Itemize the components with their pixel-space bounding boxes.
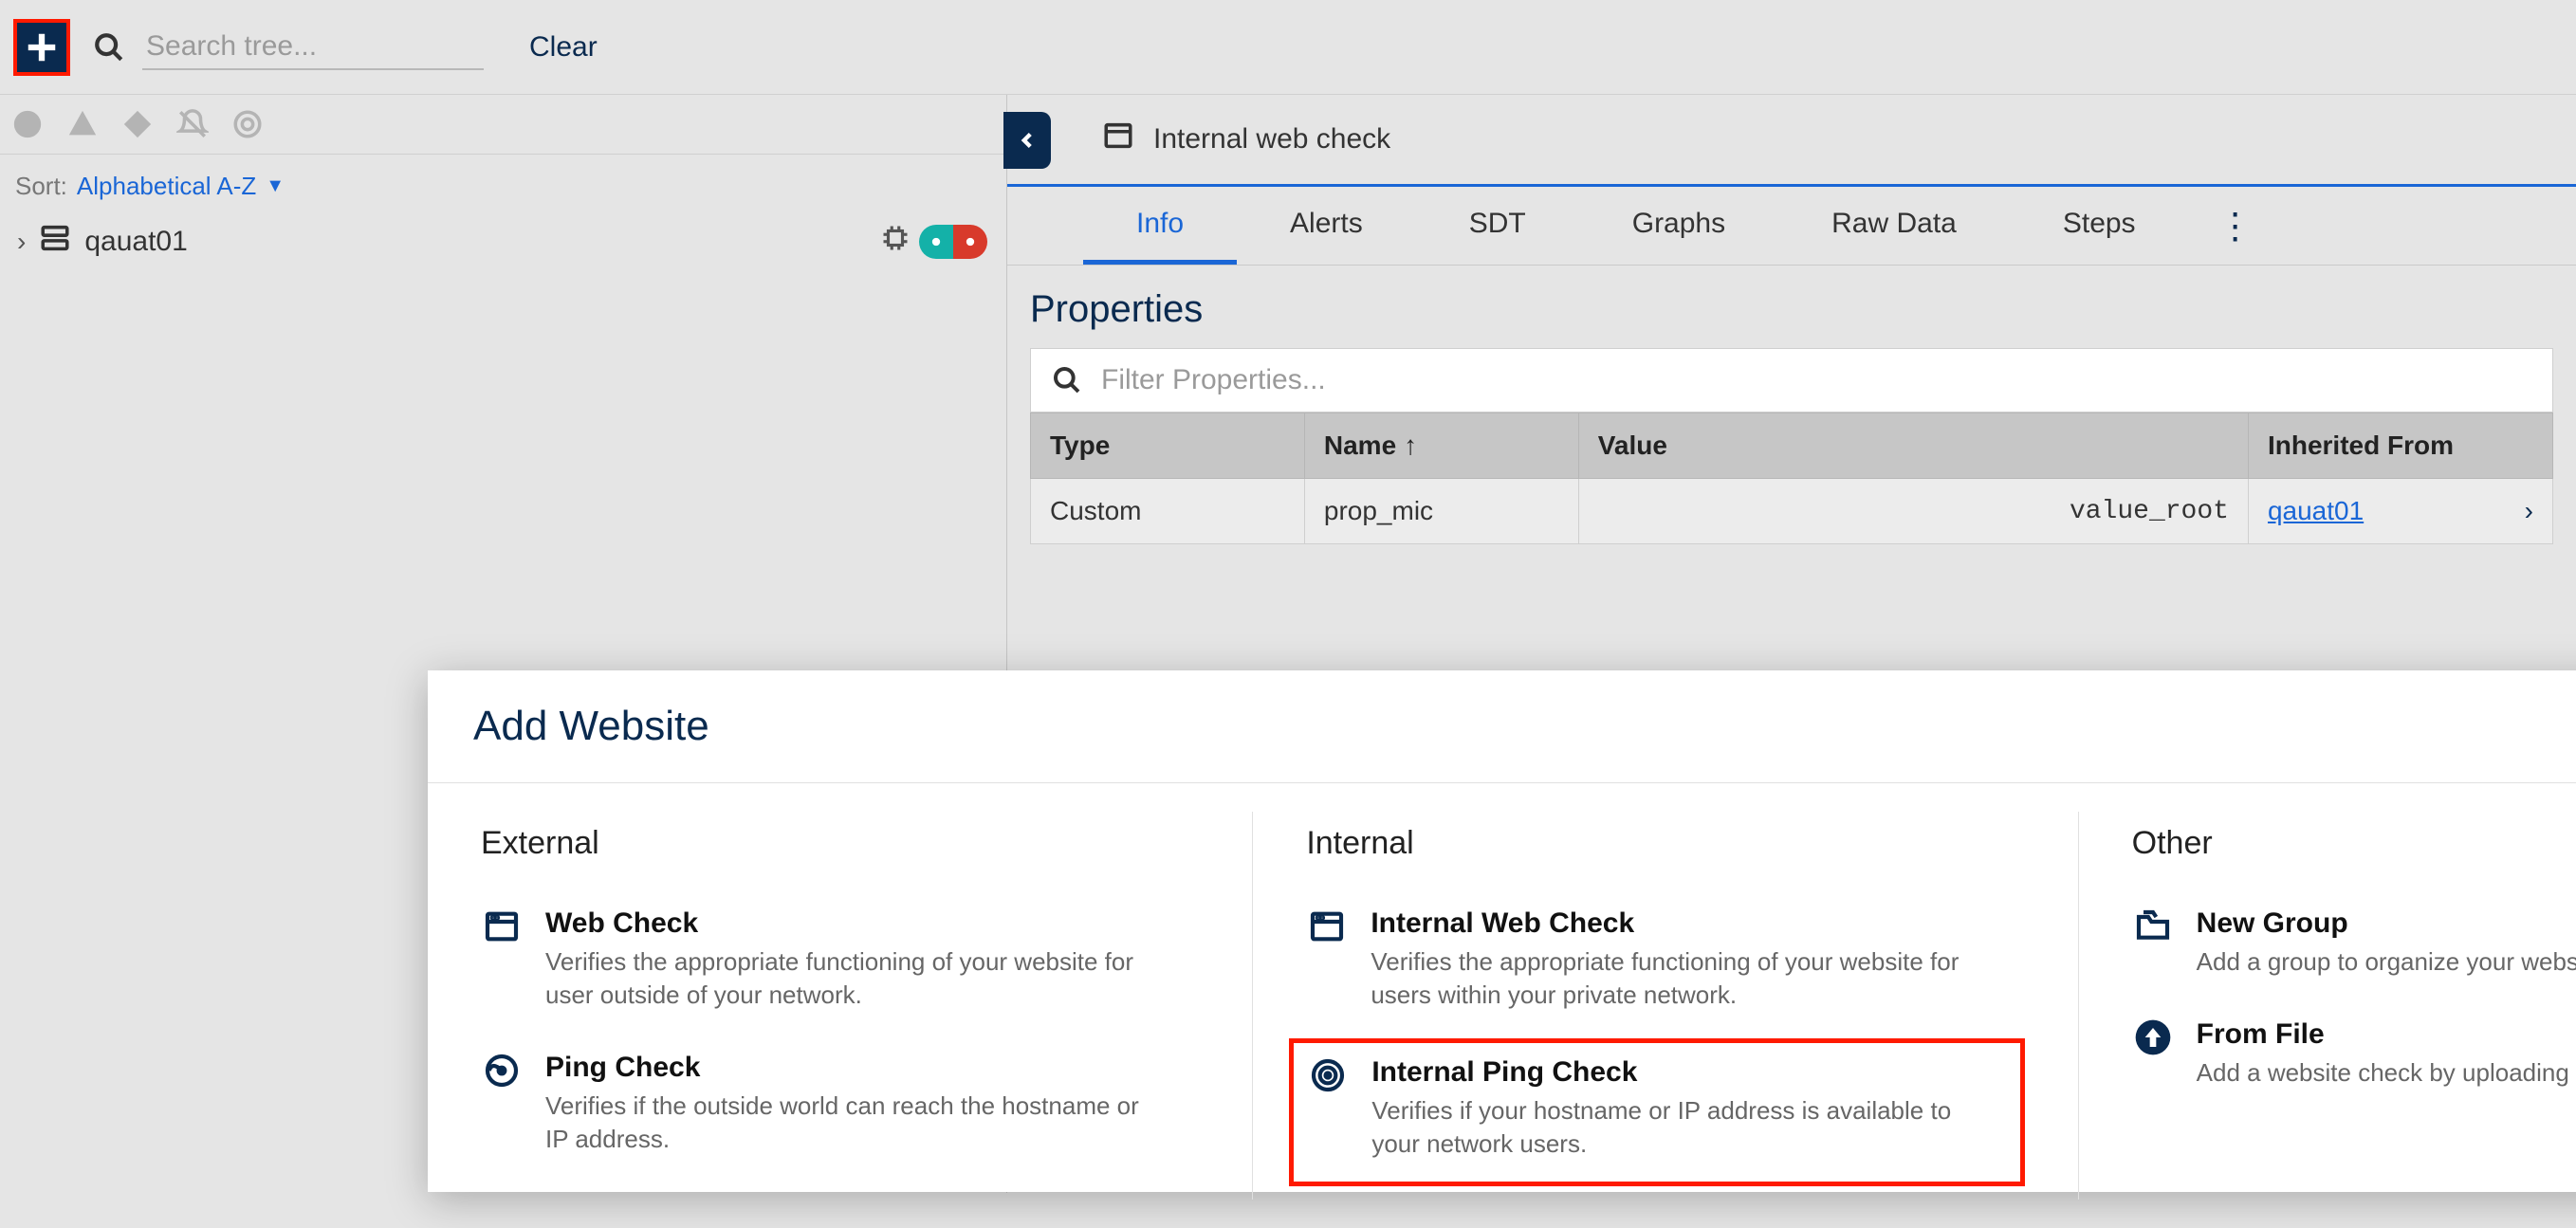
add-website-modal: Add Website External Web Check Verifies … bbox=[428, 670, 2576, 1192]
col-value[interactable]: Value bbox=[1578, 413, 2248, 479]
option-title: Internal Web Check bbox=[1371, 907, 1978, 940]
tab-sdt[interactable]: SDT bbox=[1416, 187, 1579, 265]
col-heading: Other bbox=[2132, 825, 2576, 862]
option-ping-check[interactable]: Ping Check Verifies if the outside world… bbox=[481, 1038, 1199, 1182]
upload-icon bbox=[2132, 1018, 2174, 1060]
option-from-file[interactable]: From File Add a website check by uploadi… bbox=[2132, 1005, 2576, 1116]
tab-raw-data[interactable]: Raw Data bbox=[1778, 187, 2010, 265]
tree-node-label: qauat01 bbox=[84, 226, 187, 258]
browser-icon bbox=[1306, 907, 1348, 949]
modal-col-internal: Internal Internal Web Check Verifies the… bbox=[1252, 812, 2077, 1200]
chevron-right-icon[interactable]: › bbox=[2525, 496, 2533, 526]
plus-icon bbox=[24, 29, 60, 65]
option-desc: Add a website check by uploading a json … bbox=[2197, 1056, 2576, 1090]
status-critical-icon[interactable] bbox=[11, 108, 44, 140]
option-web-check[interactable]: Web Check Verifies the appropriate funct… bbox=[481, 894, 1199, 1038]
search-icon bbox=[93, 31, 125, 64]
tab-alerts[interactable]: Alerts bbox=[1237, 187, 1416, 265]
col-heading: Internal bbox=[1306, 825, 2024, 862]
modal-header: Add Website bbox=[428, 670, 2576, 783]
bell-off-icon[interactable] bbox=[176, 108, 209, 140]
clear-button[interactable]: Clear bbox=[529, 31, 598, 64]
option-title: New Group bbox=[2197, 907, 2576, 940]
properties-table: Type Name↑ Value Inherited From Custom p… bbox=[1030, 412, 2553, 544]
sort-label: Sort: bbox=[15, 172, 67, 201]
option-desc: Add a group to organize your website che… bbox=[2197, 945, 2576, 979]
more-menu-button[interactable]: ⋮ bbox=[2217, 205, 2254, 247]
title-row: Internal web check bbox=[1007, 95, 2576, 184]
option-desc: Verifies if your hostname or IP address … bbox=[1371, 1094, 1978, 1161]
folder-icon bbox=[2132, 907, 2174, 949]
tabs: Info Alerts SDT Graphs Raw Data Steps ⋮ bbox=[1007, 184, 2576, 266]
tab-graphs[interactable]: Graphs bbox=[1579, 187, 1778, 265]
status-fail-icon bbox=[953, 225, 987, 259]
properties-filter bbox=[1030, 348, 2553, 412]
modal-body: External Web Check Verifies the appropri… bbox=[428, 783, 2576, 1228]
status-pill[interactable] bbox=[919, 225, 987, 259]
page-title: Internal web check bbox=[1153, 123, 1390, 156]
target-icon bbox=[1307, 1056, 1349, 1098]
option-internal-ping-check[interactable]: Internal Ping Check Verifies if your hos… bbox=[1289, 1038, 2024, 1186]
option-desc: Verifies the appropriate functioning of … bbox=[545, 945, 1152, 1012]
target-icon[interactable] bbox=[231, 108, 264, 140]
tree-node[interactable]: › qauat01 bbox=[0, 209, 1006, 275]
chevron-left-icon bbox=[1015, 128, 1040, 153]
add-button[interactable] bbox=[13, 19, 70, 76]
status-warning-icon[interactable] bbox=[66, 108, 99, 140]
col-inherited[interactable]: Inherited From bbox=[2248, 413, 2552, 479]
properties-panel: Properties Type Name↑ Value Inherited Fr… bbox=[1007, 266, 2576, 544]
modal-title: Add Website bbox=[473, 703, 709, 750]
option-new-group[interactable]: New Group Add a group to organize your w… bbox=[2132, 894, 2576, 1005]
search-input[interactable] bbox=[142, 25, 484, 70]
top-bar: Clear bbox=[0, 0, 2576, 95]
properties-filter-input[interactable] bbox=[1101, 364, 2531, 396]
inherited-link[interactable]: qauat01 bbox=[2268, 496, 2364, 525]
option-internal-web-check[interactable]: Internal Web Check Verifies the appropri… bbox=[1306, 894, 2024, 1038]
modal-col-other: Other New Group Add a group to organize … bbox=[2078, 812, 2576, 1200]
col-type[interactable]: Type bbox=[1031, 413, 1305, 479]
search-wrap: Clear bbox=[93, 25, 598, 70]
chip-icon bbox=[881, 224, 910, 260]
col-name[interactable]: Name↑ bbox=[1304, 413, 1578, 479]
sort-asc-icon: ↑ bbox=[1404, 431, 1417, 460]
option-desc: Verifies the appropriate functioning of … bbox=[1371, 945, 1978, 1012]
tab-info[interactable]: Info bbox=[1083, 187, 1237, 265]
tab-steps[interactable]: Steps bbox=[2010, 187, 2189, 265]
modal-col-external: External Web Check Verifies the appropri… bbox=[428, 812, 1252, 1200]
cell-inherited: qauat01 › bbox=[2248, 479, 2552, 544]
chevron-down-icon: ▼ bbox=[266, 175, 285, 197]
option-title: Web Check bbox=[545, 907, 1152, 940]
filter-icon-strip bbox=[0, 95, 1006, 155]
col-heading: External bbox=[481, 825, 1199, 862]
status-error-icon[interactable] bbox=[121, 108, 154, 140]
option-title: Internal Ping Check bbox=[1371, 1056, 1978, 1089]
chevron-right-icon[interactable]: › bbox=[17, 227, 26, 257]
window-icon bbox=[1102, 119, 1134, 159]
browser-icon bbox=[481, 907, 523, 949]
option-title: Ping Check bbox=[545, 1052, 1152, 1084]
sort-value: Alphabetical A-Z bbox=[77, 172, 256, 201]
cell-name: prop_mic bbox=[1304, 479, 1578, 544]
radar-icon bbox=[481, 1052, 523, 1093]
cell-value: value_root bbox=[1578, 479, 2248, 544]
table-row[interactable]: Custom prop_mic value_root qauat01 › bbox=[1031, 479, 2553, 544]
search-icon bbox=[1052, 365, 1082, 395]
option-desc: Verifies if the outside world can reach … bbox=[545, 1090, 1152, 1156]
server-icon bbox=[39, 222, 71, 262]
properties-heading: Properties bbox=[1030, 288, 2553, 331]
option-title: From File bbox=[2197, 1018, 2576, 1051]
collapse-sidebar-button[interactable] bbox=[1003, 112, 1051, 169]
cell-type: Custom bbox=[1031, 479, 1305, 544]
sort-control[interactable]: Sort: Alphabetical A-Z ▼ bbox=[0, 155, 1006, 209]
status-ok-icon bbox=[919, 225, 953, 259]
